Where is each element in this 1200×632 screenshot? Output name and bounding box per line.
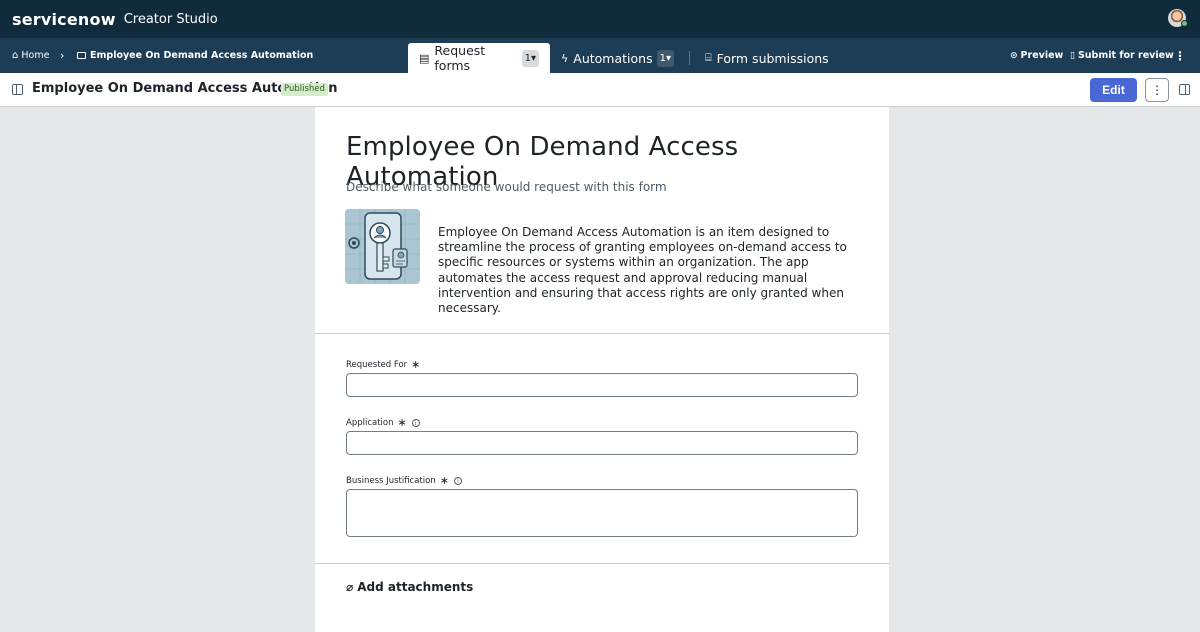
toggle-sidebar-icon[interactable] — [12, 84, 23, 95]
required-icon: ∗ — [397, 416, 407, 429]
top-bar: servicenow Creator Studio — [0, 0, 1200, 38]
home-icon: ⌂ — [12, 50, 19, 61]
breadcrumb-home-label: Home — [21, 50, 50, 61]
edit-button[interactable]: Edit — [1090, 78, 1137, 102]
presence-indicator — [1181, 20, 1188, 27]
more-options-button[interactable]: ⋮ — [1145, 78, 1169, 102]
product-name: Creator Studio — [123, 11, 218, 27]
form-subtitle: Describe what someone would request with… — [346, 180, 667, 194]
tab-label: Automations — [573, 50, 653, 66]
status-badge: Published — [281, 83, 328, 96]
breadcrumb-current-label: Employee On Demand Access Automation — [90, 50, 314, 61]
submit-label: Submit for review — [1077, 50, 1174, 61]
business-justification-textarea[interactable] — [346, 489, 858, 537]
lightning-icon: ϟ — [561, 51, 569, 65]
servicenow-logo[interactable]: servicenow — [12, 10, 116, 29]
tab-form-submissions[interactable]: ⌸ Form submissions — [694, 43, 840, 73]
add-attachments-button[interactable]: ⌀ Add attachments — [346, 580, 473, 594]
tab-list: ▤ Request forms 1▾ ϟ Automations 1▾ ⌸ Fo… — [408, 43, 840, 73]
title-bar: Employee On Demand Access Automation Pub… — [0, 73, 1200, 107]
requested-for-label: Requested For ∗ — [346, 358, 421, 371]
preview-label: Preview — [1020, 50, 1064, 61]
app-icon — [77, 52, 86, 59]
inbox-icon: ⌸ — [704, 51, 712, 64]
info-icon[interactable]: i — [453, 477, 462, 485]
field-label-text: Requested For — [346, 360, 408, 370]
form-description: Employee On Demand Access Automation is … — [438, 225, 847, 316]
required-icon: ∗ — [439, 474, 449, 487]
application-input[interactable] — [346, 431, 858, 455]
business-justification-label: Business Justification ∗ i — [346, 474, 462, 487]
toggle-panel-icon[interactable] — [1179, 84, 1190, 95]
form-icon: ▤ — [419, 51, 430, 65]
nav-bar: ⌂ Home › Employee On Demand Access Autom… — [0, 38, 1200, 73]
add-attachments-label: Add attachments — [357, 580, 474, 594]
tab-count-dropdown[interactable]: 1▾ — [521, 49, 539, 67]
field-label-text: Application — [346, 418, 394, 428]
application-label: Application ∗ i — [346, 416, 420, 429]
tab-count-dropdown[interactable]: 1▾ — [656, 49, 674, 67]
key-lock-illustration-icon — [345, 209, 420, 284]
requested-for-input[interactable] — [346, 373, 858, 397]
more-options-icon[interactable]: ⋮ — [1174, 38, 1186, 73]
form-card: Employee On Demand Access Automation Des… — [315, 107, 889, 632]
play-circle-icon: ⊙ — [1010, 50, 1018, 61]
tab-automations[interactable]: ϟ Automations 1▾ — [550, 43, 685, 73]
breadcrumb-current[interactable]: Employee On Demand Access Automation — [77, 38, 313, 73]
field-label-text: Business Justification — [346, 476, 436, 486]
tab-divider — [688, 51, 690, 65]
section-divider — [315, 333, 889, 334]
submit-for-review-button[interactable]: ▯ Submit for review — [1070, 38, 1174, 73]
tab-label: Request forms — [434, 43, 486, 73]
section-divider — [315, 563, 889, 564]
tab-label: Form submissions — [716, 50, 829, 66]
chevron-right-icon: › — [60, 49, 65, 62]
document-icon: ▯ — [1070, 50, 1075, 61]
paperclip-icon: ⌀ — [346, 580, 354, 594]
preview-button[interactable]: ⊙ Preview — [1010, 38, 1063, 73]
breadcrumb-home[interactable]: ⌂ Home — [12, 38, 49, 73]
info-icon[interactable]: i — [411, 419, 420, 427]
tab-request-forms[interactable]: ▤ Request forms 1▾ — [408, 43, 550, 73]
required-icon: ∗ — [411, 358, 421, 371]
